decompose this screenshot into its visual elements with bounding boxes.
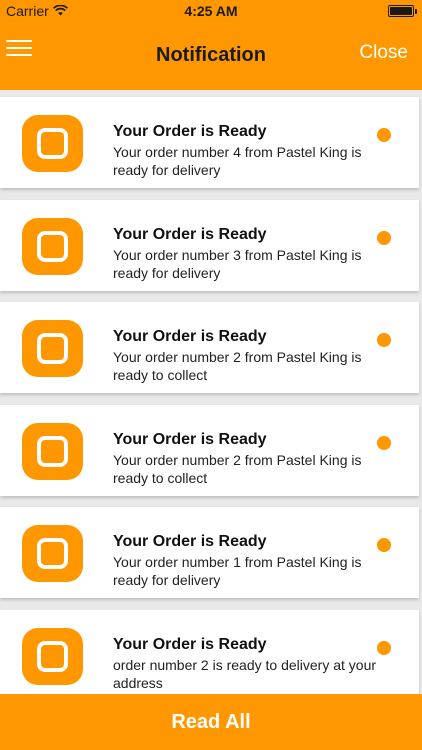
unread-dot-icon <box>377 231 391 245</box>
notification-screen: Carrier 4:25 AM Notification Close Your … <box>0 0 422 750</box>
notification-list: Your Order is Ready Your order number 4 f… <box>0 90 422 694</box>
unread-dot-icon <box>377 641 391 655</box>
notification-title: Your Order is Ready <box>113 328 267 345</box>
order-app-icon <box>22 525 83 582</box>
battery-icon <box>388 5 417 17</box>
close-button[interactable]: Close <box>359 42 408 64</box>
notification-body: Your order number 4 from Pastel King is … <box>113 144 362 178</box>
notification-title: Your Order is Ready <box>113 123 267 140</box>
unread-dot-icon <box>377 333 391 347</box>
unread-dot-icon <box>377 128 391 142</box>
notification-body: Your order number 1 from Pastel King is … <box>113 554 362 588</box>
notification-card[interactable]: Your Order is Ready Your order number 2 f… <box>0 302 419 393</box>
notification-body: Your order number 2 from Pastel King is … <box>113 349 362 383</box>
header: Carrier 4:25 AM Notification Close <box>0 0 422 90</box>
unread-dot-icon <box>377 538 391 552</box>
order-app-icon <box>22 628 83 685</box>
order-app-icon <box>22 320 83 377</box>
notification-title: Your Order is Ready <box>113 226 267 243</box>
notification-title: Your Order is Ready <box>113 533 267 550</box>
nav-bar: Notification Close <box>0 22 422 90</box>
notification-card[interactable]: Your Order is Ready Your order number 3 f… <box>0 200 419 291</box>
notification-card[interactable]: Your Order is Ready Your order number 1 f… <box>0 507 419 598</box>
status-bar: Carrier 4:25 AM <box>0 0 422 22</box>
notification-body: Your order number 3 from Pastel King is … <box>113 247 362 281</box>
order-app-icon <box>22 115 83 172</box>
notification-body: order number 2 is ready to delivery at y… <box>113 657 377 691</box>
notification-card[interactable]: Your Order is Ready Your order number 2 f… <box>0 405 419 496</box>
order-app-icon <box>22 423 83 480</box>
notification-card[interactable]: Your Order is Ready order number 2 is rea… <box>0 610 419 694</box>
notification-title: Your Order is Ready <box>113 636 267 653</box>
status-time: 4:25 AM <box>184 3 238 19</box>
unread-dot-icon <box>377 436 391 450</box>
notification-title: Your Order is Ready <box>113 431 267 448</box>
notification-body: Your order number 2 from Pastel King is … <box>113 452 362 486</box>
order-app-icon <box>22 218 83 275</box>
read-all-button[interactable]: Read All <box>0 694 422 750</box>
notification-card[interactable]: Your Order is Ready Your order number 4 f… <box>0 97 419 188</box>
battery-fill <box>390 7 412 15</box>
